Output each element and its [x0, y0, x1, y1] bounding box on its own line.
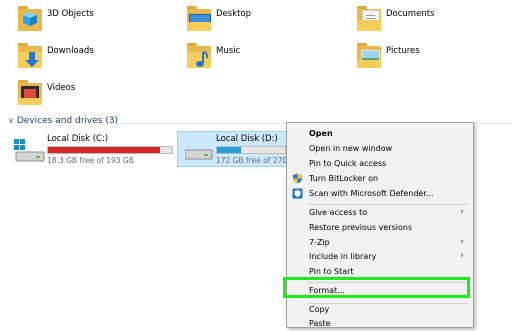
chevron-right-icon: › [460, 207, 464, 217]
folder-label: Music [216, 46, 241, 56]
music-folder-icon [186, 43, 214, 71]
menu-item-7zip[interactable]: 7-Zip › [287, 236, 473, 250]
desktop-folder-icon [186, 6, 214, 34]
folder-label: Documents [386, 9, 435, 19]
devices-group-header[interactable]: ∨ Devices and drives (3) [8, 116, 118, 126]
menu-item-label: Open in new window [309, 144, 393, 153]
defender-icon [292, 188, 303, 199]
documents-folder-icon [356, 6, 384, 34]
menu-item-label: Restore previous versions [309, 223, 413, 232]
drive-usage-fill [48, 147, 161, 153]
pictures-folder-icon [356, 43, 384, 71]
menu-item-label: 7-Zip [309, 238, 330, 247]
menu-item-open[interactable]: Open [287, 127, 473, 141]
downloads-folder-icon [17, 43, 45, 71]
menu-item-label: Scan with Microsoft Defender... [309, 189, 434, 198]
hard-drive-icon [185, 149, 213, 160]
menu-item-copy[interactable]: Copy [287, 303, 473, 317]
menu-item-label: Paste [309, 319, 331, 328]
folder-label: Desktop [216, 9, 252, 19]
folder-label: 3D Objects [47, 9, 94, 19]
format-highlight-box [283, 277, 470, 298]
drive-free-space: 18.3 GB free of 193 GB [47, 156, 134, 165]
windows-drive-icon [14, 139, 45, 162]
drive-name: Local Disk (D:) [216, 134, 278, 144]
folder-label: Pictures [386, 46, 420, 56]
folder-label: Downloads [47, 46, 94, 56]
menu-item-label: Include in library [309, 252, 377, 261]
menu-item-bitlocker[interactable]: Turn BitLocker on [287, 172, 473, 186]
menu-item-open-new-window[interactable]: Open in new window [287, 142, 473, 156]
videos-folder-icon [17, 80, 45, 108]
folder-documents[interactable]: Documents [356, 6, 506, 40]
drive-d[interactable]: Local Disk (D:) 172 GB free of 270 GB [180, 131, 286, 167]
folder-videos[interactable]: Videos [17, 80, 167, 114]
3d-objects-folder-icon [17, 6, 45, 34]
menu-item-label: Open [309, 129, 333, 138]
folder-music[interactable]: Music [186, 43, 336, 77]
menu-item-pin-quick-access[interactable]: Pin to Quick access [287, 157, 473, 171]
menu-item-label: Give access to [309, 208, 368, 217]
folder-downloads[interactable]: Downloads [17, 43, 167, 77]
devices-group-title: Devices and drives (3) [16, 116, 119, 126]
drive-usage-bar [216, 146, 286, 154]
drive-c[interactable]: Local Disk (C:) 18.3 GB free of 193 GB [10, 131, 175, 167]
folder-3d-objects[interactable]: 3D Objects [17, 6, 167, 40]
chevron-right-icon: › [460, 237, 464, 247]
chevron-down-icon: ∨ [8, 116, 14, 125]
drive-free-space: 172 GB free of 270 GB [216, 156, 286, 165]
menu-item-paste[interactable]: Paste [287, 317, 473, 331]
chevron-right-icon: › [460, 251, 464, 261]
menu-item-include-library[interactable]: Include in library › [287, 250, 473, 264]
menu-item-give-access[interactable]: Give access to › [287, 206, 473, 220]
menu-item-label: Turn BitLocker on [309, 174, 379, 183]
menu-item-label: Pin to Start [309, 267, 354, 276]
menu-item-defender-scan[interactable]: Scan with Microsoft Defender... [287, 187, 473, 201]
drive-name: Local Disk (C:) [47, 134, 109, 144]
menu-separator [308, 204, 468, 205]
drive-usage-bar [47, 146, 173, 154]
folder-desktop[interactable]: Desktop [186, 6, 336, 40]
folder-label: Videos [47, 83, 76, 93]
menu-item-restore-versions[interactable]: Restore previous versions [287, 221, 473, 235]
menu-item-label: Copy [309, 305, 330, 314]
menu-item-label: Pin to Quick access [309, 159, 387, 168]
folder-pictures[interactable]: Pictures [356, 43, 506, 77]
drive-usage-fill [217, 147, 242, 153]
shield-icon [293, 173, 302, 184]
